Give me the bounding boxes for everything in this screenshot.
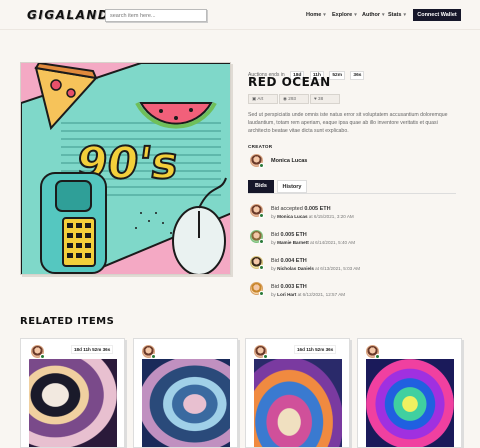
related-item-card[interactable] [357,338,462,448]
verified-check-icon [259,213,264,218]
connect-wallet-button[interactable]: Connect Wallet [413,9,461,21]
chevron-down-icon: ▾ [403,12,406,18]
related-item-card[interactable] [133,338,238,448]
item-artwork: 90's [20,62,231,275]
bid-amount: 0.005 ETH [304,206,331,212]
creator-name[interactable]: Monica Lucas [271,158,307,164]
tab-history[interactable]: History [277,180,307,193]
creator-label: CREATOR [248,144,273,149]
chevron-down-icon: ▾ [382,12,385,18]
nav-author-label: Author [362,12,381,18]
tab-bids[interactable]: Bids [248,180,274,193]
verified-check-icon [259,265,264,270]
bid-entry-4: Bid 0.003 ETH [271,284,307,290]
artwork-thumbnail[interactable] [254,359,342,447]
artwork-thumbnail[interactable] [29,359,117,447]
chevron-down-icon: ▾ [354,12,357,18]
bid-date: at 6/14/2021, 5:40 AM [308,240,356,245]
verified-check-icon [259,239,264,244]
stat-category-value: Art [257,96,264,101]
bid-amount: 0.004 ETH [280,258,307,264]
item-title: RED OCEAN [248,75,331,89]
verified-check-icon [259,163,264,168]
artwork-thumbnail[interactable] [142,359,230,447]
bid-date: at 6/13/2021, 5:03 AM [313,266,361,271]
item-description: Sed ut perspiciatis unde omnis iste natu… [248,112,448,134]
card-countdown: 18d 11h 52m 36s [71,345,114,354]
chevron-down-icon: ▾ [323,12,326,18]
bid-entry-3: Bid 0.004 ETH [271,258,307,264]
nav-author[interactable]: Author ▾ [362,12,385,18]
bidder-name[interactable]: Monica Lucas [277,214,307,219]
tabs-divider [248,193,456,194]
bid-prefix: Bid accepted [271,206,305,212]
related-item-card[interactable]: 18d 11h 52m 36s [20,338,125,448]
related-item-card[interactable]: 16d 11h 52m 36s [245,338,350,448]
bid-amount: 0.005 ETH [280,232,307,238]
related-items-heading: RELATED ITEMS [20,316,115,327]
bid-entry-2: Bid 0.005 ETH [271,232,307,238]
site-header: GIGALAND Home▾ Explore▾ Author▾ Stats▾ C… [0,0,480,30]
site-logo[interactable]: GIGALAND [27,8,109,22]
eye-icon: ◉ [283,96,288,101]
bid-meta-2: by Mamie Barnett at 6/14/2021, 5:40 AM [271,240,355,245]
bid-date: at 6/15/2021, 3:20 AM [307,214,354,219]
retro-90s-illustration: 90's [21,63,230,274]
nav-stats-label: Stats [388,12,402,18]
bidder-name[interactable]: Nicholas Daniels [277,266,314,271]
bid-meta-3: by Nicholas Daniels at 6/13/2021, 5:03 A… [271,266,360,271]
stat-views: ◉ 293 [279,94,309,104]
nav-explore[interactable]: Explore ▾ [332,12,357,18]
countdown-seconds: 36s [350,71,365,80]
bid-meta-1: by Monica Lucas at 6/15/2021, 3:20 AM [271,214,354,219]
bid-date: at 6/12/2021, 12:57 AM [296,292,346,297]
stat-likes-value: 38 [318,96,324,101]
stat-likes[interactable]: ♥ 38 [310,94,340,104]
nav-home[interactable]: Home ▾ [306,12,326,18]
artwork-thumbnail[interactable] [366,359,454,447]
nav-home-label: Home [306,12,322,18]
nav-stats[interactable]: Stats ▾ [388,12,406,18]
stat-category: ▣ Art [248,94,278,104]
card-countdown: 16d 11h 52m 36s [294,345,337,354]
verified-check-icon [259,291,264,296]
countdown-minutes: 52m [329,71,345,80]
bid-meta-4: by Lori Hart at 6/12/2021, 12:57 AM [271,292,345,297]
search-input[interactable] [105,9,207,22]
heart-icon: ♥ [314,96,317,101]
image-icon: ▣ [252,96,257,101]
bidder-name[interactable]: Mamie Barnett [277,240,309,245]
nav-explore-label: Explore [332,12,353,18]
bidder-name[interactable]: Lori Hart [277,292,296,297]
bid-amount: 0.003 ETH [280,284,307,290]
bid-entry-1: Bid accepted 0.005 ETH [271,206,331,212]
stat-views-value: 293 [288,96,296,101]
